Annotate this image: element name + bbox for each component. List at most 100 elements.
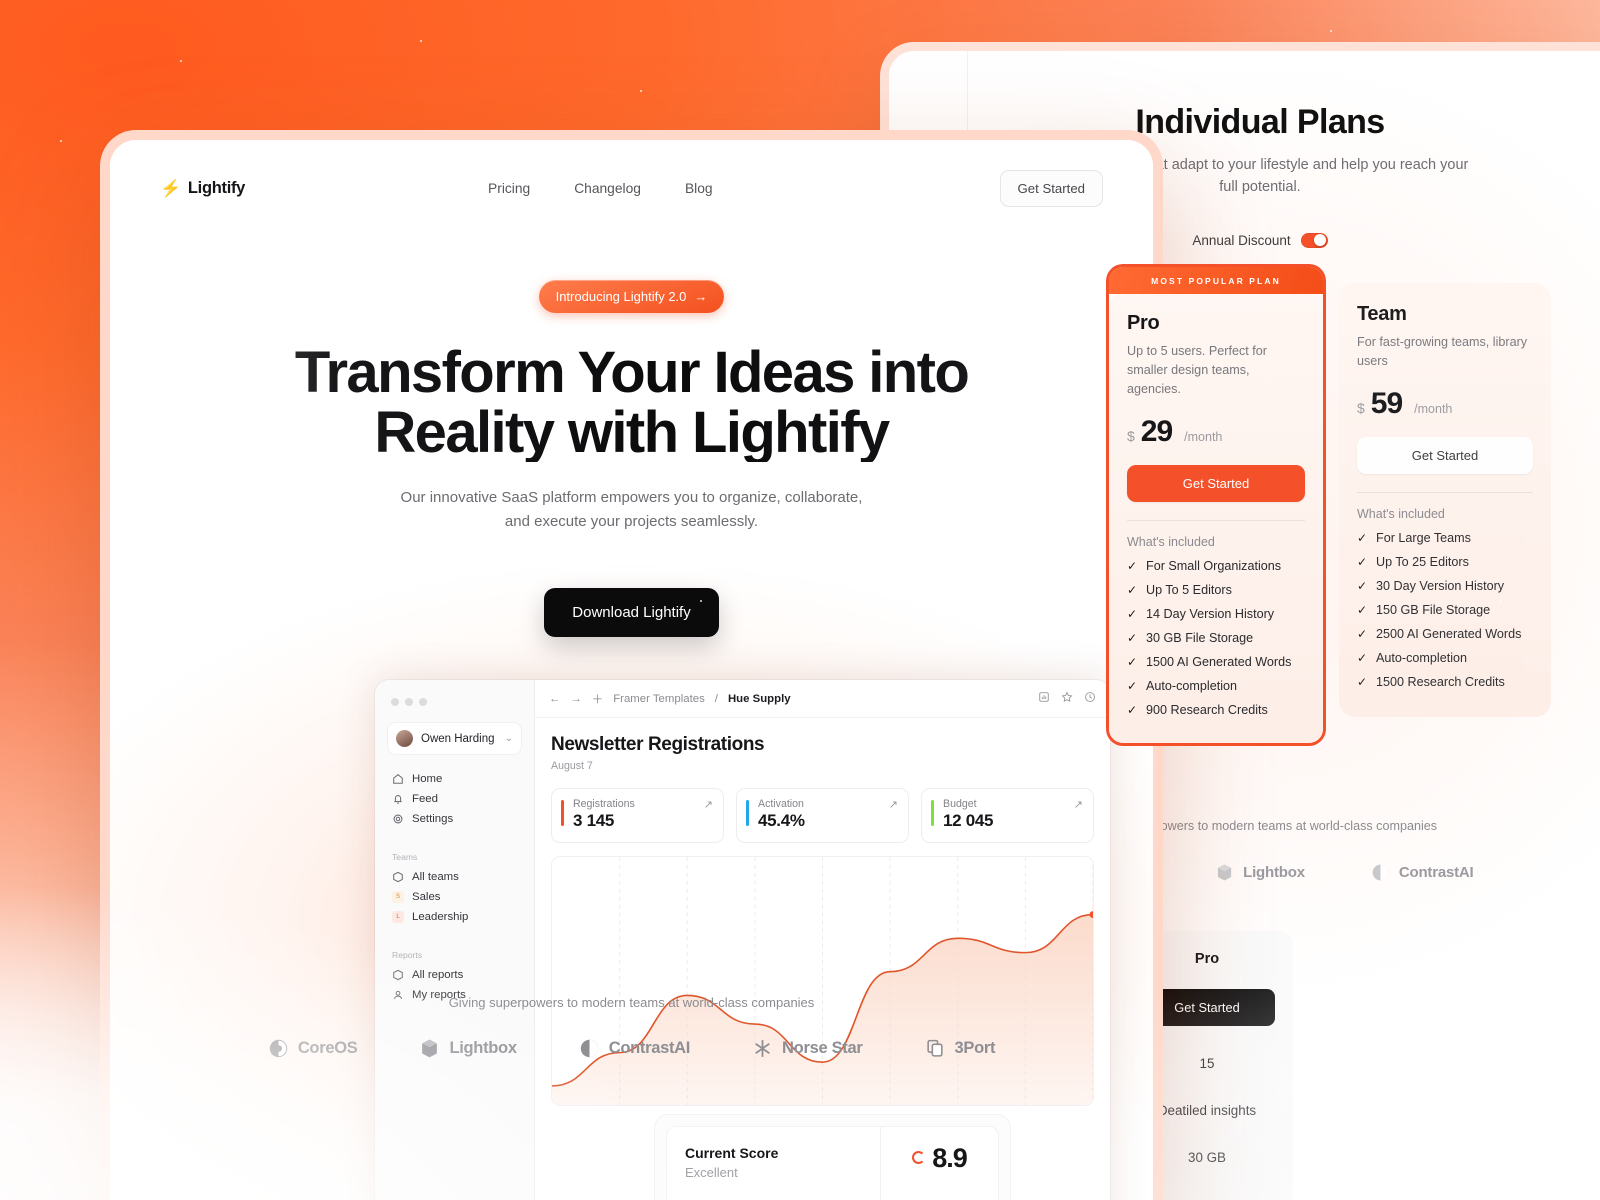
plan-feature-label: 30 Day Version History xyxy=(1376,578,1505,593)
score-subtitle: Excellent xyxy=(685,1165,738,1180)
announcement-pill[interactable]: Introducing Lightify 2.0 → xyxy=(538,280,725,313)
star-icon[interactable] xyxy=(1061,691,1073,706)
bell-icon xyxy=(392,793,404,805)
stat-accent-bar xyxy=(931,800,934,826)
stat-card-activation[interactable]: Activation 45.4% ↗ xyxy=(736,788,909,843)
plan-feature: ✓ 900 Research Credits xyxy=(1127,703,1305,717)
current-score-card: Current Score Excellent 8.9 xyxy=(655,1115,1010,1200)
history-icon[interactable] xyxy=(1084,691,1096,706)
sidebar-group-primary: Home Feed Settings xyxy=(387,769,522,829)
plan-feature-label: Auto-completion xyxy=(1146,678,1238,693)
stat-value: 12 045 xyxy=(943,811,994,830)
sparkle-dot xyxy=(1330,30,1332,32)
plan-feature-label: 2500 AI Generated Words xyxy=(1376,626,1522,641)
sidebar-item-label: Settings xyxy=(412,813,454,825)
logo-3port: 3Port xyxy=(925,1038,995,1059)
sidebar-item-home[interactable]: Home xyxy=(387,769,522,789)
stat-label: Activation xyxy=(758,798,804,810)
sparkle-dot xyxy=(1240,980,1242,982)
site-navbar: ⚡ Lightify Pricing Changelog Blog Get St… xyxy=(110,140,1153,236)
check-icon: ✓ xyxy=(1127,582,1138,597)
plan-feature-label: Up To 25 Editors xyxy=(1376,554,1469,569)
sidebar-group-label-teams: Teams xyxy=(392,852,418,862)
sidebar-item-sales[interactable]: S Sales xyxy=(387,887,522,907)
plan-card-team[interactable]: Team For fast-growing teams, library use… xyxy=(1339,283,1551,717)
check-icon: ✓ xyxy=(1357,554,1368,569)
download-lightify-button[interactable]: Download Lightify xyxy=(544,587,719,637)
plan-feature: ✓ Up To 25 Editors xyxy=(1357,555,1533,569)
arrow-right-icon: → xyxy=(694,289,708,304)
plan-name: Team xyxy=(1357,303,1407,325)
logo-label: ContrastAI xyxy=(1398,864,1474,881)
plan-cta-team[interactable]: Get Started xyxy=(1357,436,1533,474)
plan-feature: ✓ Auto-completion xyxy=(1357,651,1533,665)
site-logos-section: Giving superpowers to modern teams at wo… xyxy=(110,995,1153,1059)
plan-feature: ✓ 150 GB File Storage xyxy=(1357,603,1533,617)
logo-contrastai: ContrastAI xyxy=(1371,863,1474,882)
arrow-up-right-icon[interactable]: ↗ xyxy=(704,798,713,811)
sidebar-item-settings[interactable]: Settings xyxy=(387,809,522,829)
nav-link-blog[interactable]: Blog xyxy=(685,181,713,196)
plan-feature: ✓ Up To 5 Editors xyxy=(1127,583,1305,597)
sidebar-item-feed[interactable]: Feed xyxy=(387,789,522,809)
gear-icon xyxy=(392,813,404,825)
forward-arrow-icon[interactable]: → xyxy=(570,693,581,705)
sidebar-item-all-teams[interactable]: All teams xyxy=(387,867,522,887)
page-backdrop: Individual Plans Explore plans that adap… xyxy=(0,0,1600,1200)
nav-get-started-button[interactable]: Get Started xyxy=(999,169,1103,207)
plan-feature: ✓ 14 Day Version History xyxy=(1127,607,1305,621)
chart-icon[interactable] xyxy=(1038,691,1050,706)
sparkle-dot xyxy=(900,330,902,332)
contrastai-icon xyxy=(1372,864,1389,881)
brand-logo[interactable]: ⚡ Lightify xyxy=(160,179,245,198)
nav-link-pricing[interactable]: Pricing xyxy=(488,181,530,196)
stat-accent-bar xyxy=(561,800,564,826)
score-text: Current Score Excellent xyxy=(667,1127,880,1180)
home-icon xyxy=(392,773,404,785)
stat-card-registrations[interactable]: Registrations 3 145 ↗ xyxy=(551,788,724,843)
chart-svg xyxy=(552,857,1093,1105)
sidebar-group-label-reports: Reports xyxy=(392,950,423,960)
sidebar-item-label: Leadership xyxy=(412,911,469,923)
plan-feature-label: 150 GB File Storage xyxy=(1376,602,1491,617)
avatar xyxy=(396,730,413,747)
stat-card-budget[interactable]: Budget 12 045 ↗ xyxy=(921,788,1094,843)
sparkle-dot xyxy=(1380,830,1382,832)
sparkle-dot xyxy=(1180,60,1182,62)
sidebar-item-all-reports[interactable]: All reports xyxy=(387,965,522,985)
hero-title: Transform Your Ideas into Reality with L… xyxy=(110,343,1153,462)
nav-link-changelog[interactable]: Changelog xyxy=(574,181,641,196)
nav-links: Pricing Changelog Blog xyxy=(488,181,713,196)
breadcrumb-current: Hue Supply xyxy=(727,692,791,705)
arrow-up-right-icon[interactable]: ↗ xyxy=(1074,798,1083,811)
plan-cta-pro[interactable]: Get Started xyxy=(1127,464,1305,502)
3port-icon xyxy=(926,1039,943,1057)
check-icon: ✓ xyxy=(1127,630,1138,645)
plus-icon[interactable]: ＋ xyxy=(592,691,603,707)
lightbox-icon xyxy=(422,1039,438,1058)
toolbar-actions xyxy=(1038,691,1096,706)
plan-feature-label: 14 Day Version History xyxy=(1146,606,1275,621)
plan-feature: ✓ 1500 AI Generated Words xyxy=(1127,655,1305,669)
plan-feature: ✓ For Large Teams xyxy=(1357,531,1533,545)
plan-currency: $ xyxy=(1127,427,1135,444)
breadcrumb-root[interactable]: Framer Templates xyxy=(613,693,705,705)
plan-card-pro[interactable]: MOST POPULAR PLAN Pro Up to 5 users. Per… xyxy=(1109,267,1323,743)
back-arrow-icon[interactable]: ← xyxy=(549,693,560,705)
sidebar-item-leadership[interactable]: L Leadership xyxy=(387,907,522,927)
logo-label: CoreOS xyxy=(297,1039,358,1057)
report-title: Newsletter Registrations xyxy=(551,734,765,755)
hero-subtitle-line1: Our innovative SaaS platform empowers yo… xyxy=(400,489,863,507)
plan-feature: ✓ 1500 Research Credits xyxy=(1357,675,1533,689)
check-icon: ✓ xyxy=(1357,530,1368,545)
sparkle-dot xyxy=(700,600,702,602)
plan-feature-label: For Large Teams xyxy=(1376,530,1471,545)
user-switcher[interactable]: Owen Harding ⌄ xyxy=(387,722,522,755)
window-traffic-lights xyxy=(387,694,522,722)
plan-price-row: $ 59 /month xyxy=(1357,387,1533,421)
logo-lightbox: Lightbox xyxy=(419,1038,517,1059)
sparkle-dot xyxy=(1020,900,1022,902)
arrow-up-right-icon[interactable]: ↗ xyxy=(889,798,898,811)
annual-discount-toggle[interactable] xyxy=(1300,232,1328,248)
check-icon: ✓ xyxy=(1127,702,1138,717)
